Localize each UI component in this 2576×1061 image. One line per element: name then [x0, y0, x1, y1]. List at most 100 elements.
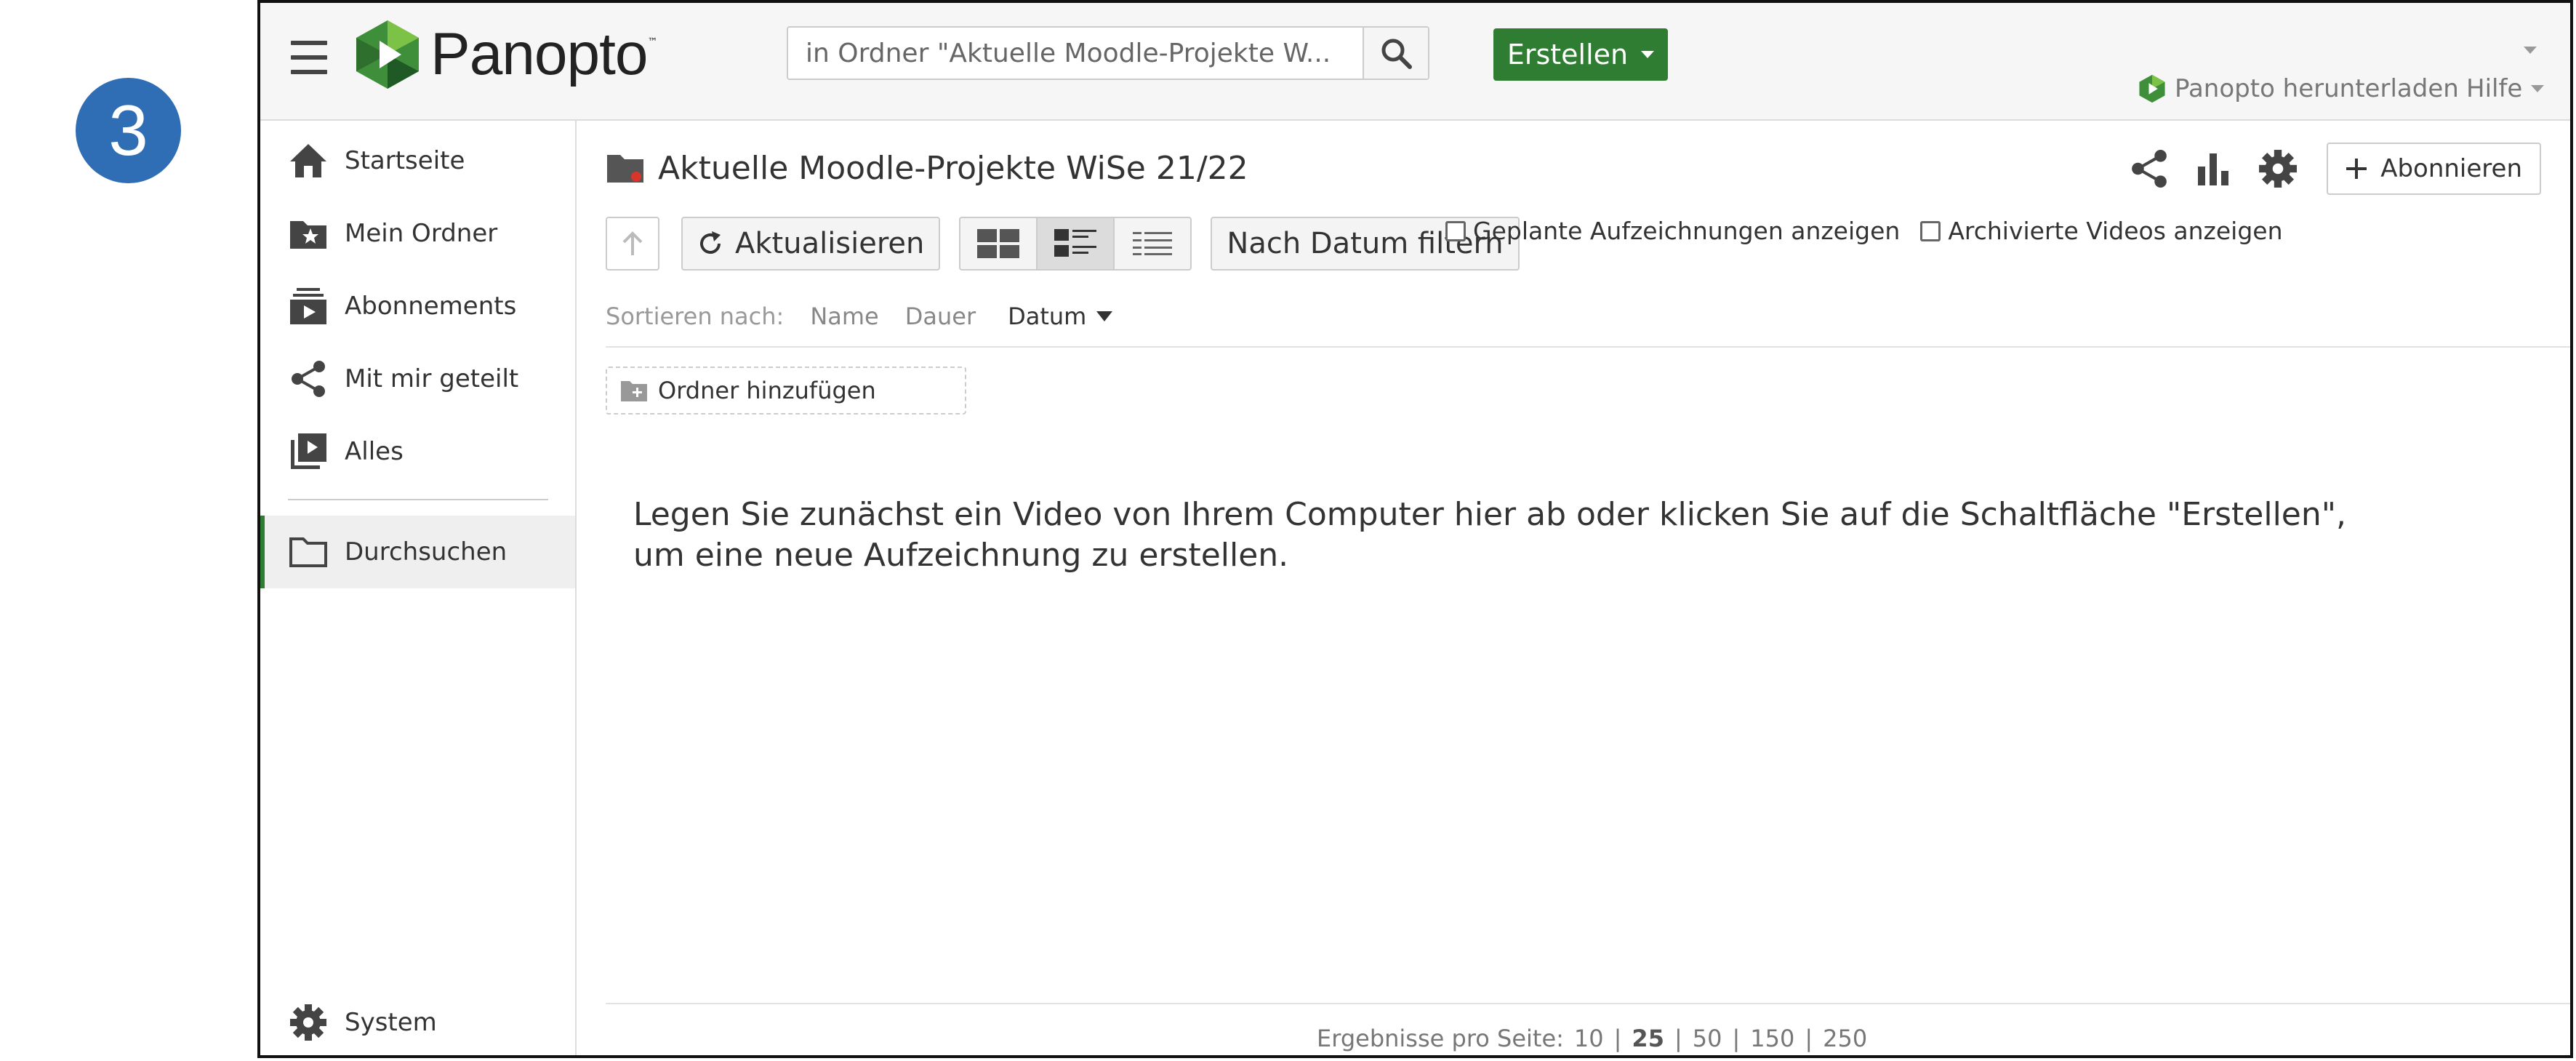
sidebar-item-browse[interactable]: Durchsuchen: [260, 516, 575, 588]
video-library-icon: [288, 431, 329, 472]
sidebar-item-label: Mit mir geteilt: [345, 364, 519, 393]
view-list-button[interactable]: [1113, 217, 1192, 271]
add-folder-icon: [621, 381, 647, 401]
empty-folder-message: Legen Sie zunächst ein Video von Ihrem C…: [633, 496, 2346, 574]
help-menu[interactable]: Hilfe: [2466, 74, 2545, 103]
chevron-down-icon: [1641, 51, 1655, 58]
app-name: Panopto: [430, 21, 648, 87]
panopto-small-logo-icon: [2139, 74, 2165, 103]
subscribe-button[interactable]: Abonnieren: [2327, 143, 2541, 195]
folder-heading: Aktuelle Moodle-Projekte WiSe 21/22: [606, 150, 1248, 187]
folder-actions: Abonnieren: [2130, 143, 2541, 195]
create-button-label: Erstellen: [1506, 39, 1629, 71]
arrow-up-icon: [622, 231, 643, 255]
share-icon: [288, 359, 329, 399]
search-icon: [1381, 39, 1412, 69]
add-folder-label: Ordner hinzufügen: [658, 377, 876, 404]
sidebar-item-all[interactable]: Alles: [260, 415, 575, 488]
sidebar-item-label: Mein Ordner: [345, 219, 498, 248]
separator: |: [1613, 1025, 1622, 1052]
page-size-option[interactable]: 10: [1574, 1025, 1604, 1052]
sort-bar: Sortieren nach: Name Dauer Datum: [606, 303, 1113, 330]
sidebar-item-subscriptions[interactable]: Abonnements: [260, 270, 575, 343]
settings-gear-icon[interactable]: [2258, 149, 2298, 188]
separator: |: [1805, 1025, 1813, 1052]
checkbox-unchecked-icon: [1920, 220, 1941, 241]
download-label: Panopto herunterladen: [2175, 74, 2459, 103]
sort-by-duration[interactable]: Dauer: [905, 303, 976, 330]
gear-icon: [288, 1002, 329, 1043]
share-icon[interactable]: [2130, 149, 2168, 188]
download-panopto-link[interactable]: Panopto herunterladen: [2138, 74, 2459, 103]
create-button[interactable]: Erstellen: [1493, 28, 1668, 81]
page-size-option[interactable]: 150: [1750, 1025, 1794, 1052]
page-title: Aktuelle Moodle-Projekte WiSe 21/22: [658, 150, 1248, 187]
step-number-badge: 3: [76, 78, 181, 183]
sort-descending-icon: [1096, 311, 1113, 321]
sidebar-item-my-folder[interactable]: Mein Ordner: [260, 197, 575, 270]
sidebar-divider: [288, 499, 548, 500]
sort-by-date[interactable]: Datum: [1008, 303, 1113, 330]
sidebar: Startseite Mein Ordner Abonnements Mit m…: [260, 121, 577, 1055]
view-mode-toggle: [959, 217, 1192, 271]
show-scheduled-label: Geplante Aufzeichnungen anzeigen: [1473, 217, 1901, 245]
search-input[interactable]: [788, 28, 1363, 79]
panopto-logo-icon: [356, 20, 419, 89]
top-header: Panopto ™ Erstellen Panopto herunt: [260, 3, 2570, 121]
panopto-logo[interactable]: Panopto ™: [355, 19, 658, 90]
chevron-down-icon: [2531, 85, 2545, 92]
panopto-window: Panopto ™ Erstellen Panopto herunt: [257, 0, 2573, 1058]
detail-view-icon: [1054, 229, 1097, 257]
view-tiles-button[interactable]: [959, 217, 1038, 271]
folder-icon: [607, 154, 643, 183]
view-detail-button[interactable]: [1036, 217, 1115, 271]
refresh-button[interactable]: Aktualisieren: [681, 217, 941, 271]
results-per-page-label: Ergebnisse pro Seite:: [1317, 1025, 1564, 1052]
main-content: Aktuelle Moodle-Projekte WiSe 21/22 Abon…: [577, 121, 2570, 1055]
page-size-option-selected[interactable]: 25: [1632, 1025, 1664, 1052]
visibility-options: Geplante Aufzeichnungen anzeigen Archivi…: [1445, 217, 2283, 245]
sidebar-item-system[interactable]: System: [260, 1001, 575, 1044]
menu-icon[interactable]: [291, 41, 327, 74]
page-size-option[interactable]: 50: [1693, 1025, 1722, 1052]
sort-label: Sortieren nach:: [606, 303, 785, 330]
subscribe-label: Abonnieren: [2380, 154, 2522, 183]
search-button[interactable]: [1363, 28, 1428, 79]
starred-folder-icon: [288, 213, 329, 254]
folder-toolbar: Aktualisieren Nach Datum filtern: [606, 217, 1520, 271]
trademark: ™: [647, 36, 658, 48]
sort-date-label: Datum: [1008, 303, 1087, 330]
sidebar-item-label: Abonnements: [345, 292, 517, 321]
subscriptions-icon: [288, 286, 329, 327]
separator: |: [1732, 1025, 1741, 1052]
results-per-page: Ergebnisse pro Seite: 10 | 25 | 50 | 150…: [1317, 1025, 1867, 1052]
checkbox-unchecked-icon: [1445, 220, 1466, 241]
add-folder-button[interactable]: Ordner hinzufügen: [606, 367, 966, 415]
sidebar-item-label: Startseite: [345, 146, 465, 175]
stats-bar-chart-icon[interactable]: [2197, 151, 2229, 187]
sidebar-item-shared[interactable]: Mit mir geteilt: [260, 343, 575, 415]
sidebar-item-label: System: [345, 1008, 437, 1037]
page-size-option[interactable]: 250: [1823, 1025, 1867, 1052]
sort-divider: [606, 346, 2570, 348]
plus-icon: [2346, 159, 2367, 179]
separator: |: [1674, 1025, 1682, 1052]
parent-folder-button[interactable]: [606, 217, 659, 271]
folder-icon: [288, 532, 329, 572]
footer-divider: [606, 1003, 2570, 1004]
sidebar-item-label: Durchsuchen: [345, 537, 507, 566]
refresh-icon: [700, 231, 721, 254]
show-scheduled-checkbox[interactable]: Geplante Aufzeichnungen anzeigen: [1445, 217, 1900, 245]
refresh-label: Aktualisieren: [735, 227, 925, 260]
help-label: Hilfe: [2466, 74, 2523, 103]
sidebar-item-label: Alles: [345, 437, 404, 466]
search-box: [787, 26, 1429, 80]
sort-by-name[interactable]: Name: [810, 303, 878, 330]
list-view-icon: [1133, 232, 1173, 255]
user-menu-chevron-icon[interactable]: [2524, 47, 2537, 54]
show-archived-label: Archivierte Videos anzeigen: [1948, 217, 2283, 245]
show-archived-checkbox[interactable]: Archivierte Videos anzeigen: [1920, 217, 2283, 245]
sidebar-item-home[interactable]: Startseite: [260, 124, 575, 197]
grid-view-icon: [977, 229, 1020, 258]
home-icon: [288, 140, 329, 181]
